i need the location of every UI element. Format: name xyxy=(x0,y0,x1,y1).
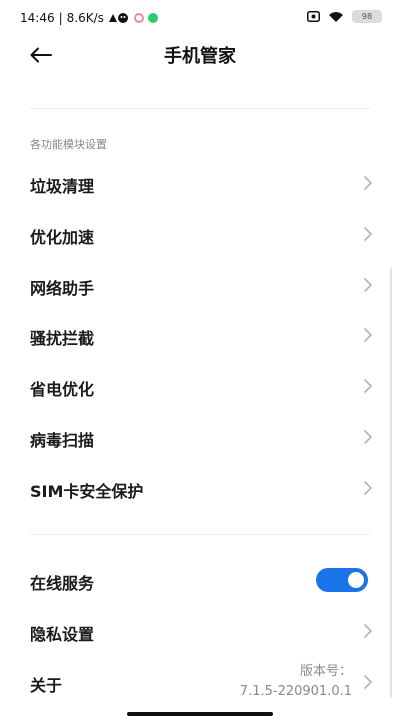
item-label: 网络助手 xyxy=(30,279,95,298)
status-left: 14:46 | 8.6K/s xyxy=(20,11,158,25)
notification-dot-pink xyxy=(133,13,144,23)
list-item-power-saving[interactable]: 省电优化 xyxy=(0,361,400,411)
chevron-right-icon xyxy=(364,481,372,495)
middle-divider xyxy=(30,534,370,535)
item-label: 优化加速 xyxy=(30,228,95,247)
online-service-toggle[interactable] xyxy=(316,568,368,592)
list-item-harassment-block[interactable]: 骚扰拦截 xyxy=(0,310,400,360)
chevron-right-icon xyxy=(364,328,372,342)
scrollbar[interactable] xyxy=(390,268,392,698)
chevron-right-icon xyxy=(364,624,372,638)
header: 手机管家 xyxy=(0,36,400,74)
status-right: 98 xyxy=(307,10,382,23)
item-label: SIM卡安全保护 xyxy=(30,482,144,501)
app-notification-icon xyxy=(108,13,128,23)
battery-icon: 98 xyxy=(352,10,382,23)
item-label: 病毒扫描 xyxy=(30,431,95,450)
version-info: 版本号： 7.1.5-220901.0.1 xyxy=(240,662,352,702)
item-label: 垃圾清理 xyxy=(30,177,95,196)
list-item-virus-scan[interactable]: 病毒扫描 xyxy=(0,412,400,462)
page-title: 手机管家 xyxy=(164,46,236,67)
status-bar: 14:46 | 8.6K/s 98 xyxy=(0,0,400,36)
section-title: 各功能模块设置 xyxy=(30,138,107,151)
top-divider xyxy=(30,108,370,109)
chevron-right-icon xyxy=(364,176,372,190)
chevron-right-icon xyxy=(364,278,372,292)
network-speed: 8.6K/s xyxy=(66,11,104,25)
status-time: 14:46 xyxy=(20,11,55,25)
version-label: 版本号： xyxy=(299,664,352,679)
chevron-right-icon xyxy=(364,675,372,689)
screen-record-icon xyxy=(307,11,320,22)
chevron-right-icon xyxy=(364,227,372,241)
status-separator: | xyxy=(58,11,63,25)
item-label: 隐私设置 xyxy=(30,625,95,644)
list-item-sim-protection[interactable]: SIM卡安全保护 xyxy=(0,463,400,513)
toggle-knob xyxy=(348,572,364,588)
home-indicator[interactable] xyxy=(127,712,273,716)
list-item-speed-boost[interactable]: 优化加速 xyxy=(0,209,400,259)
chevron-right-icon xyxy=(364,379,372,393)
list-item-online-service: 在线服务 xyxy=(0,555,400,605)
list-item-about[interactable]: 关于 版本号： 7.1.5-220901.0.1 xyxy=(0,657,400,707)
list-item-junk-cleanup[interactable]: 垃圾清理 xyxy=(0,158,400,208)
version-number: 7.1.5-220901.0.1 xyxy=(239,684,352,699)
item-label: 在线服务 xyxy=(30,574,95,593)
notification-dot-green xyxy=(147,13,158,23)
item-label: 关于 xyxy=(30,676,63,695)
list-item-network-assistant[interactable]: 网络助手 xyxy=(0,260,400,310)
list-item-privacy-settings[interactable]: 隐私设置 xyxy=(0,606,400,656)
item-label: 骚扰拦截 xyxy=(30,329,95,348)
item-label: 省电优化 xyxy=(30,380,95,399)
wifi-icon xyxy=(329,11,343,22)
chevron-right-icon xyxy=(364,430,372,444)
